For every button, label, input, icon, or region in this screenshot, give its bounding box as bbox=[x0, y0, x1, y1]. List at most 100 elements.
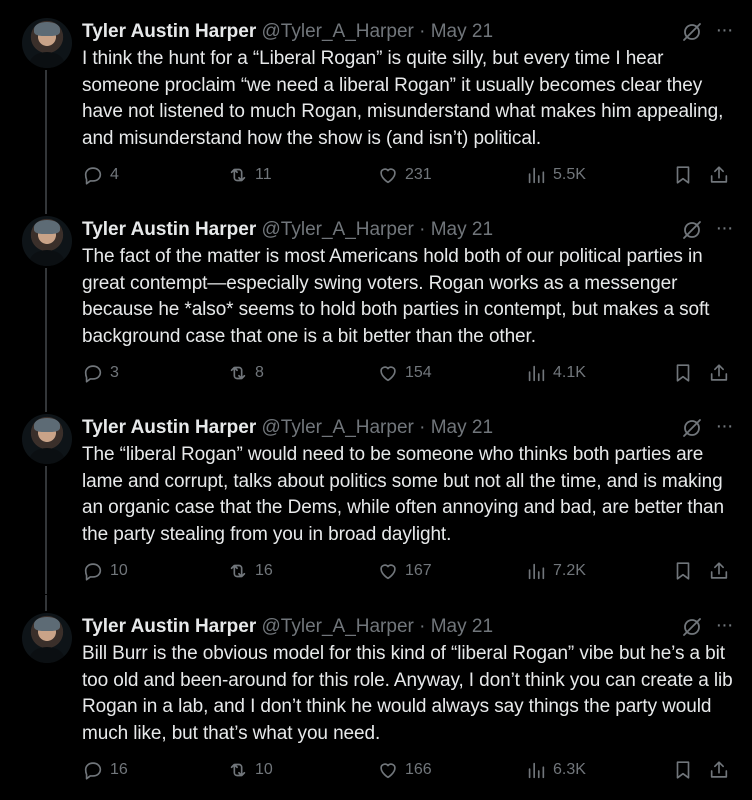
views-button[interactable]: 4.1K bbox=[525, 361, 586, 385]
author-handle[interactable]: @Tyler_A_Harper bbox=[262, 616, 414, 637]
author-name[interactable]: Tyler Austin Harper bbox=[82, 21, 256, 42]
retweet-count: 10 bbox=[255, 761, 273, 778]
bookmark-button[interactable] bbox=[672, 361, 694, 385]
retweet-count: 16 bbox=[255, 562, 273, 579]
retweet-icon bbox=[230, 564, 246, 578]
author-name[interactable]: Tyler Austin Harper bbox=[82, 417, 256, 438]
tweet-text: The “liberal Rogan” would need to be som… bbox=[82, 444, 724, 545]
reply-icon bbox=[84, 167, 102, 185]
author-handle[interactable]: @Tyler_A_Harper bbox=[262, 417, 414, 438]
like-button[interactable]: 166 bbox=[377, 758, 432, 782]
retweet-icon bbox=[230, 168, 246, 182]
tweet[interactable]: Tyler Austin Harper @Tyler_A_Harper · Ma… bbox=[0, 396, 752, 594]
grok-icon[interactable] bbox=[680, 416, 704, 440]
like-count: 231 bbox=[405, 166, 432, 183]
bookmark-icon bbox=[676, 562, 690, 580]
avatar-column bbox=[22, 216, 72, 266]
heart-icon bbox=[380, 564, 396, 580]
views-icon bbox=[528, 167, 545, 184]
retweet-button[interactable]: 8 bbox=[227, 361, 264, 385]
share-button[interactable] bbox=[708, 163, 730, 187]
thread: Tyler Austin Harper @Tyler_A_Harper · Ma… bbox=[0, 0, 752, 800]
reply-icon bbox=[84, 563, 102, 581]
avatar[interactable] bbox=[22, 414, 72, 464]
avatar-column bbox=[22, 613, 72, 663]
thread-line bbox=[45, 70, 47, 198]
tweet[interactable]: Tyler Austin Harper @Tyler_A_Harper · Ma… bbox=[0, 595, 752, 793]
views-count: 4.1K bbox=[553, 364, 586, 381]
retweet-icon bbox=[230, 366, 246, 380]
share-button[interactable] bbox=[708, 361, 730, 385]
separator: · bbox=[419, 616, 426, 637]
bookmark-button[interactable] bbox=[672, 758, 694, 782]
action-bar: 16 10 166 6.3K bbox=[82, 758, 742, 782]
tweet-header: Tyler Austin Harper @Tyler_A_Harper · Ma… bbox=[82, 416, 722, 440]
more-icon[interactable]: ··· bbox=[712, 218, 736, 240]
thread-line bbox=[45, 268, 47, 396]
reply-button[interactable]: 4 bbox=[82, 163, 119, 187]
tweet-date[interactable]: May 21 bbox=[431, 417, 493, 438]
grok-icon[interactable] bbox=[680, 615, 704, 639]
retweet-icon bbox=[230, 763, 246, 777]
reply-icon bbox=[84, 762, 102, 780]
share-icon bbox=[710, 364, 728, 381]
separator: · bbox=[419, 417, 426, 438]
more-icon[interactable]: ··· bbox=[712, 615, 736, 637]
views-icon bbox=[528, 762, 545, 779]
author-handle[interactable]: @Tyler_A_Harper bbox=[262, 219, 414, 240]
more-icon[interactable]: ··· bbox=[712, 416, 736, 438]
tweet-date[interactable]: May 21 bbox=[431, 21, 493, 42]
views-button[interactable]: 6.3K bbox=[525, 758, 586, 782]
tweet-date[interactable]: May 21 bbox=[431, 219, 493, 240]
share-icon bbox=[710, 761, 728, 778]
views-button[interactable]: 7.2K bbox=[525, 559, 586, 583]
separator: · bbox=[419, 219, 426, 240]
reply-button[interactable]: 10 bbox=[82, 559, 128, 583]
share-button[interactable] bbox=[708, 559, 730, 583]
views-icon bbox=[528, 563, 545, 580]
like-button[interactable]: 167 bbox=[377, 559, 432, 583]
action-bar: 4 11 231 5.5K bbox=[82, 163, 742, 187]
action-bar: 3 8 154 4.1K bbox=[82, 361, 742, 385]
more-icon[interactable]: ··· bbox=[712, 20, 736, 42]
bookmark-button[interactable] bbox=[672, 163, 694, 187]
reply-button[interactable]: 3 bbox=[82, 361, 119, 385]
like-button[interactable]: 154 bbox=[377, 361, 432, 385]
tweet[interactable]: Tyler Austin Harper @Tyler_A_Harper · Ma… bbox=[0, 0, 752, 198]
like-count: 154 bbox=[405, 364, 432, 381]
thread-line bbox=[45, 396, 47, 412]
retweet-button[interactable]: 11 bbox=[227, 163, 272, 187]
like-count: 166 bbox=[405, 761, 432, 778]
avatar[interactable] bbox=[22, 216, 72, 266]
avatar-column bbox=[22, 414, 72, 464]
like-button[interactable]: 231 bbox=[377, 163, 432, 187]
views-button[interactable]: 5.5K bbox=[525, 163, 586, 187]
bookmark-button[interactable] bbox=[672, 559, 694, 583]
reply-button[interactable]: 16 bbox=[82, 758, 128, 782]
author-name[interactable]: Tyler Austin Harper bbox=[82, 616, 256, 637]
bookmark-icon bbox=[676, 761, 690, 779]
retweet-button[interactable]: 10 bbox=[227, 758, 273, 782]
share-button[interactable] bbox=[708, 758, 730, 782]
views-icon bbox=[528, 365, 545, 382]
tweet-header: Tyler Austin Harper @Tyler_A_Harper · Ma… bbox=[82, 218, 722, 242]
thread-line bbox=[45, 466, 47, 594]
author-name[interactable]: Tyler Austin Harper bbox=[82, 219, 256, 240]
grok-icon[interactable] bbox=[680, 20, 704, 44]
views-count: 5.5K bbox=[553, 166, 586, 183]
tweet-header: Tyler Austin Harper @Tyler_A_Harper · Ma… bbox=[82, 20, 722, 44]
avatar[interactable] bbox=[22, 613, 72, 663]
tweet-date[interactable]: May 21 bbox=[431, 616, 493, 637]
like-count: 167 bbox=[405, 562, 432, 579]
retweet-count: 8 bbox=[255, 364, 264, 381]
author-handle[interactable]: @Tyler_A_Harper bbox=[262, 21, 414, 42]
reply-count: 10 bbox=[110, 562, 128, 579]
retweet-button[interactable]: 16 bbox=[227, 559, 273, 583]
avatar[interactable] bbox=[22, 18, 72, 68]
thread-line bbox=[45, 595, 47, 611]
thread-line bbox=[45, 198, 47, 214]
tweet[interactable]: Tyler Austin Harper @Tyler_A_Harper · Ma… bbox=[0, 198, 752, 396]
action-bar: 10 16 167 7.2K bbox=[82, 559, 742, 583]
reply-count: 4 bbox=[110, 166, 119, 183]
grok-icon[interactable] bbox=[680, 218, 704, 242]
